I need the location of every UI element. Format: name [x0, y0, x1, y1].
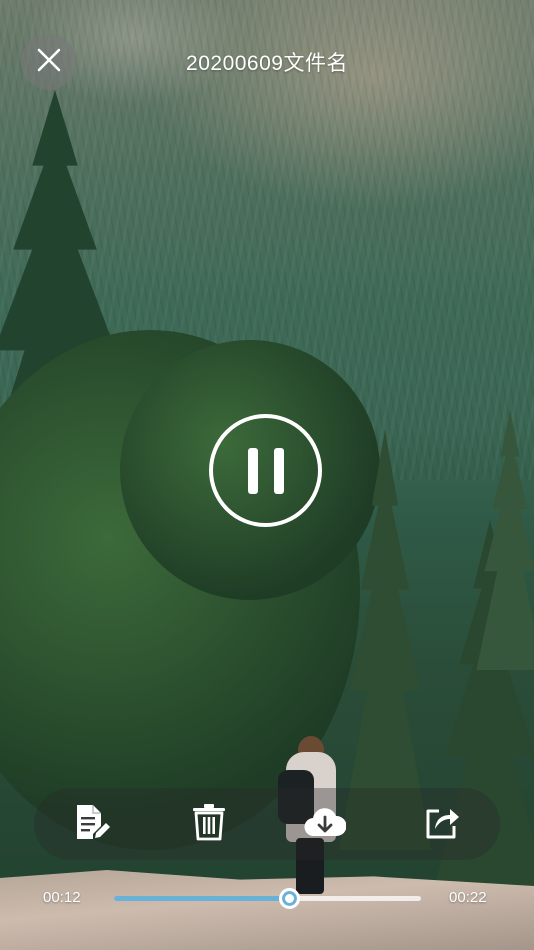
- trash-icon: [192, 803, 226, 846]
- edit-document-icon: [73, 802, 111, 847]
- progress-slider[interactable]: [114, 888, 421, 909]
- progress-fill: [114, 896, 289, 901]
- edit-button[interactable]: [64, 796, 120, 852]
- pause-icon: [273, 447, 284, 494]
- share-button[interactable]: [414, 796, 470, 852]
- progress-thumb[interactable]: [278, 888, 300, 909]
- rock-ground: [0, 870, 534, 950]
- action-toolbar: [34, 788, 500, 860]
- cloud-download-icon: [304, 806, 347, 843]
- total-time: 00:22: [449, 889, 487, 906]
- current-time: 00:12: [43, 889, 81, 906]
- video-title: 20200609文件名: [186, 52, 348, 75]
- download-button[interactable]: [297, 796, 353, 852]
- share-icon: [424, 804, 460, 845]
- delete-button[interactable]: [181, 796, 237, 852]
- pause-button[interactable]: [209, 414, 322, 527]
- pause-icon: [247, 447, 258, 494]
